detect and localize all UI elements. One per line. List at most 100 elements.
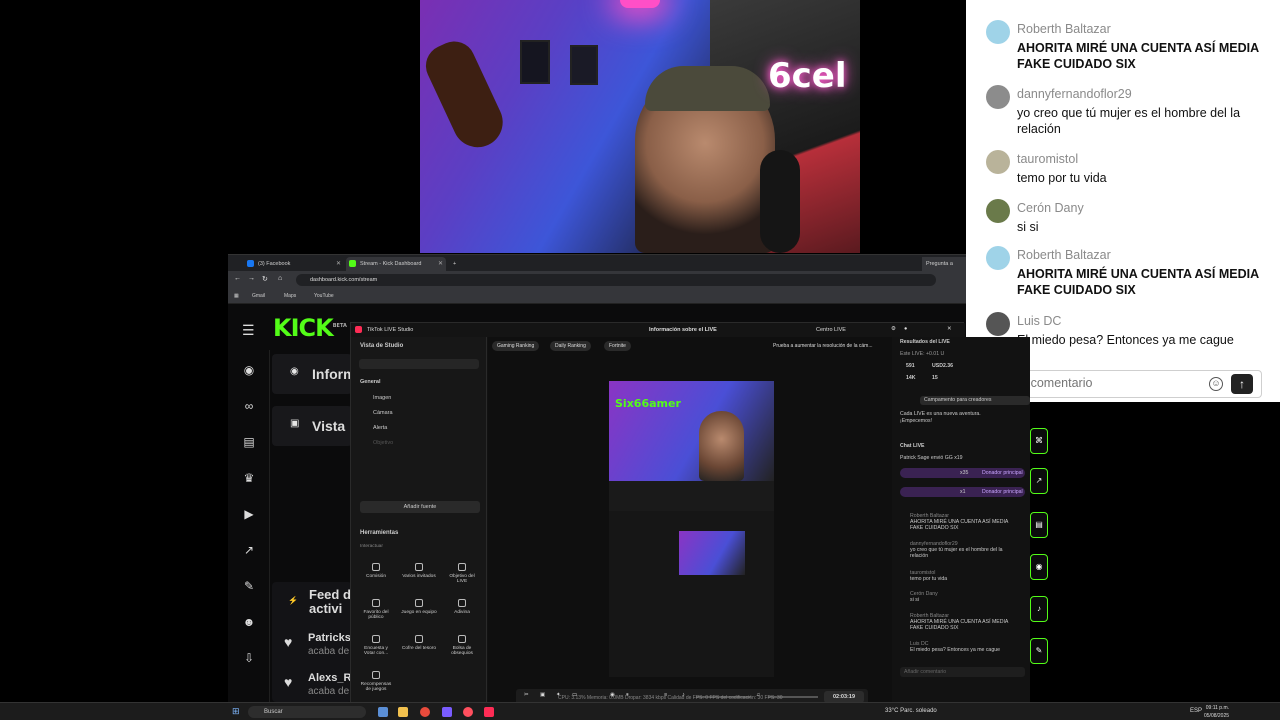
- preview-camera: Six66amer: [609, 381, 774, 481]
- tiktok-icon[interactable]: [484, 707, 494, 717]
- layout-toggle[interactable]: [359, 359, 479, 369]
- tool-treasure[interactable]: Cofre del tesoro: [401, 635, 437, 651]
- avatar: [986, 150, 1010, 174]
- taskbar-search[interactable]: Buscar: [248, 706, 366, 718]
- resolution-notice[interactable]: Prueba a aumentar la resolución de la cá…: [773, 343, 873, 349]
- chat-text: AHORITA MIRÉ UNA CUENTA ASÍ MEDIA FAKE C…: [1017, 41, 1259, 71]
- app-icon[interactable]: [463, 707, 473, 717]
- weather-widget[interactable]: 33°C Parc. soleado: [885, 708, 937, 714]
- back-icon[interactable]: ←: [234, 275, 241, 282]
- results-line: Este LIVE: +0.01 U: [900, 351, 945, 357]
- rail-button[interactable]: ✎: [1030, 638, 1048, 664]
- source-item[interactable]: Objetivo: [373, 440, 393, 446]
- folder-icon[interactable]: [398, 707, 408, 717]
- trophy-icon[interactable]: ♛: [241, 470, 257, 486]
- bookmark-gmail[interactable]: Gmail: [252, 293, 265, 299]
- crop-icon[interactable]: ✂: [524, 692, 529, 698]
- rail-button[interactable]: ↗: [1030, 468, 1048, 494]
- rail-button[interactable]: ◉: [1030, 554, 1048, 580]
- stats-icon[interactable]: ▤: [241, 434, 257, 450]
- app-icon[interactable]: [442, 707, 452, 717]
- forward-icon[interactable]: →: [248, 275, 255, 282]
- view-icon: ▣: [290, 418, 300, 429]
- preview-nested-capture: [609, 511, 774, 677]
- tools-title: Herramientas: [360, 530, 399, 536]
- rail-button[interactable]: ▤: [1030, 512, 1048, 538]
- tool-commission[interactable]: Comisión: [358, 563, 394, 579]
- tool-favorite[interactable]: Favorito del público: [358, 599, 394, 620]
- live-center-button[interactable]: Centro LIVE: [816, 327, 846, 333]
- stream-preview[interactable]: Six66amer: [609, 381, 774, 677]
- tool-guess[interactable]: Adivina: [444, 599, 480, 615]
- kick-right-rail: ⌘ ↗ ▤ ◉ ♪ ✎: [1030, 402, 1050, 702]
- broadcast-icon[interactable]: ◉: [241, 362, 257, 378]
- tools-subtitle: Interactuar: [360, 544, 383, 549]
- close-icon[interactable]: ✕: [336, 257, 341, 271]
- taskbar-clock[interactable]: 09:11 p.m. 05/08/2025: [1204, 704, 1229, 720]
- profile-icon[interactable]: ●: [904, 326, 907, 332]
- tool-team-game[interactable]: Juego en equipo: [401, 599, 437, 615]
- kick-info-panel[interactable]: ◉ Inform: [272, 354, 356, 394]
- home-icon[interactable]: ⌂: [278, 275, 282, 282]
- tool-gift-bag[interactable]: Bolsa de obsequios: [444, 635, 480, 656]
- source-item[interactable]: Imagen: [373, 395, 391, 401]
- chrome-icon[interactable]: [420, 707, 430, 717]
- settings-icon[interactable]: ⚙: [891, 326, 896, 332]
- emoji-icon[interactable]: ☺: [1209, 377, 1223, 391]
- wall-frame: [520, 40, 550, 84]
- source-item[interactable]: Cámara: [373, 410, 393, 416]
- kick-view-panel[interactable]: ▣ Vista: [272, 406, 352, 446]
- app-icon[interactable]: [378, 707, 388, 717]
- stat-gifters: 15: [932, 375, 938, 381]
- tool-poll[interactable]: Encuesta y Votar con...: [358, 635, 394, 656]
- broadcast-icon: ◉: [290, 366, 299, 377]
- link-icon[interactable]: ∞: [241, 398, 257, 414]
- pill-fortnite[interactable]: Fortnite: [604, 341, 631, 351]
- creator-camp-button[interactable]: Campamento para creadores: [920, 396, 1030, 405]
- video-icon[interactable]: ▶: [241, 506, 257, 522]
- tab-kick-dashboard[interactable]: Stream - Kick Dashboard ✕: [346, 257, 446, 271]
- bookmark-youtube[interactable]: YouTube: [314, 293, 334, 299]
- reload-icon[interactable]: ↻: [262, 275, 268, 283]
- tool-game-rewards[interactable]: Recompensas de juegos: [358, 671, 394, 692]
- rail-button[interactable]: ⌘: [1030, 428, 1048, 454]
- facebook-icon: [247, 260, 254, 267]
- gift-row: x1 Donador principal: [900, 487, 1025, 497]
- guitar-decoration: [420, 34, 511, 156]
- ask-ai-button[interactable]: Pregunta a: [922, 257, 966, 271]
- scene-general[interactable]: General: [360, 379, 380, 385]
- panel-title: Vista: [312, 418, 346, 434]
- layout-icon[interactable]: ▣: [540, 692, 545, 698]
- bookmark-maps[interactable]: Maps: [284, 293, 296, 299]
- menu-icon[interactable]: ☰: [242, 322, 255, 339]
- streamer-cap: [645, 66, 770, 111]
- source-item[interactable]: Alerta: [373, 425, 387, 431]
- feed-user: Patricks: [308, 632, 351, 644]
- users-icon[interactable]: ☻: [241, 614, 257, 630]
- tab-facebook[interactable]: (3) Facebook ✕: [244, 257, 344, 271]
- tools-icon[interactable]: ✎: [241, 578, 257, 594]
- close-icon[interactable]: ✕: [438, 257, 443, 271]
- rail-button[interactable]: ♪: [1030, 596, 1048, 622]
- live-info-title[interactable]: Información sobre el LIVE: [649, 327, 717, 333]
- feed-sub: acaba de: [308, 646, 350, 657]
- wall-frame: [570, 45, 598, 85]
- tool-live-goal[interactable]: Objetivo del LIVE: [444, 563, 480, 584]
- tool-multi-guest[interactable]: Varios invitados: [401, 563, 437, 579]
- windows-start-icon[interactable]: ⊞: [232, 706, 240, 717]
- mini-comment-input[interactable]: Añadir comentario: [900, 667, 1025, 677]
- pill-gaming-ranking[interactable]: Gaming Ranking: [492, 341, 540, 351]
- studio-view-dropdown[interactable]: Vista de Studio: [360, 343, 403, 349]
- avatar: [986, 20, 1010, 44]
- language-indicator[interactable]: ESP: [1190, 708, 1202, 714]
- mini-chat-message: tauromistol temo por tu vida: [910, 570, 948, 582]
- pill-daily-ranking[interactable]: Daily Ranking: [550, 341, 591, 351]
- apps-icon[interactable]: ▦: [234, 293, 239, 299]
- close-icon[interactable]: ✕: [947, 326, 952, 332]
- add-source-button[interactable]: Añadir fuente: [360, 501, 480, 513]
- send-button[interactable]: ↑: [1231, 374, 1253, 394]
- download-icon[interactable]: ⇩: [241, 650, 257, 666]
- new-tab-button[interactable]: +: [450, 257, 464, 271]
- url-field[interactable]: dashboard.kick.com/stream: [296, 274, 936, 286]
- analytics-icon[interactable]: ↗: [241, 542, 257, 558]
